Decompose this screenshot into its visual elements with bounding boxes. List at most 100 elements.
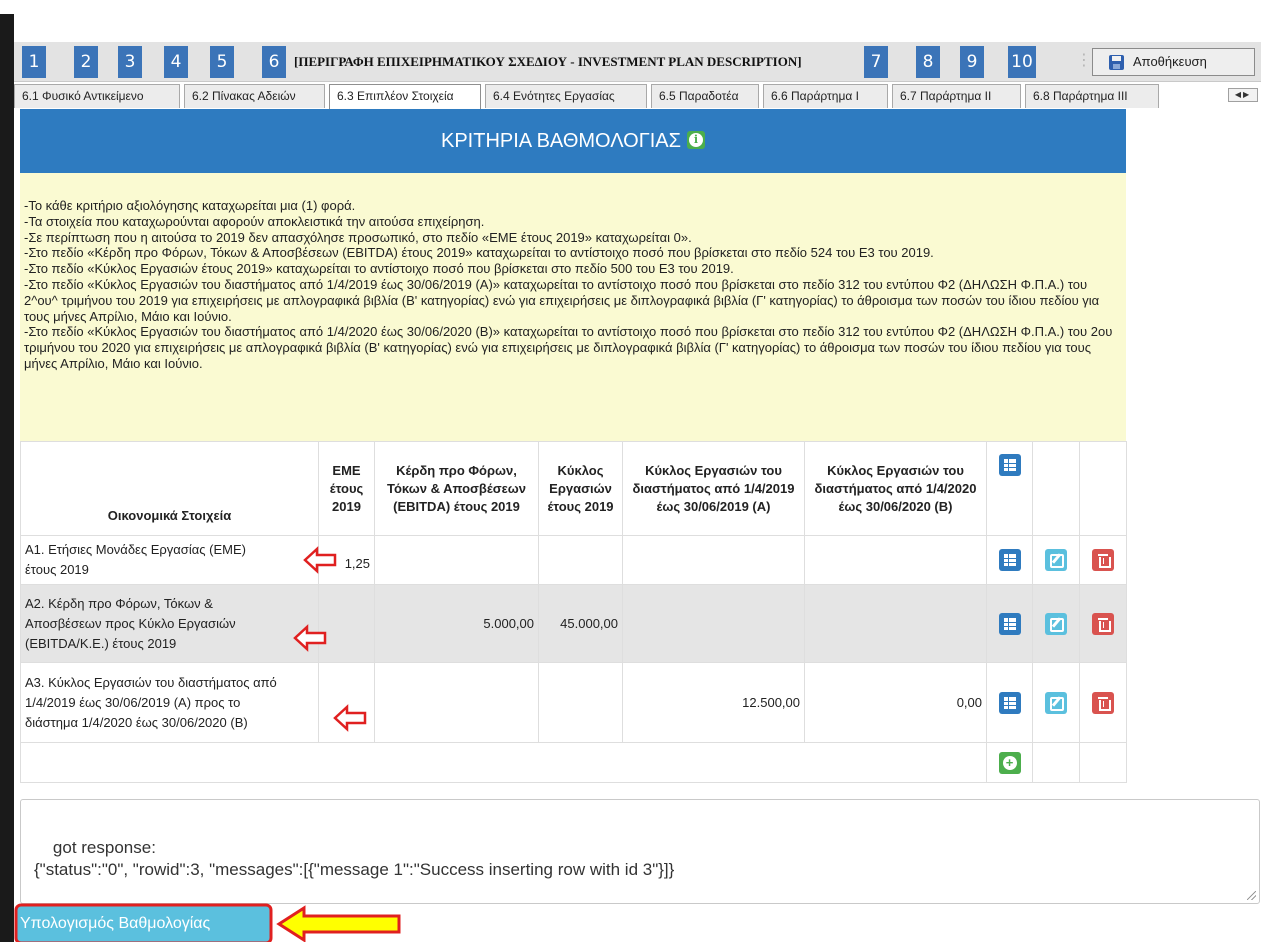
add-icon[interactable] <box>998 751 1021 774</box>
cell-turnover-a <box>622 584 805 663</box>
step-toolbar: 1 2 3 4 5 6 [ΠΕΡΙΓΡΑΦΗ ΕΠΙΧΕΙΡΗΜΑΤΙΚΟΥ Σ… <box>14 28 1261 82</box>
panel-title: ΚΡΙΤΗΡΙΑ ΒΑΘΜΟΛΟΓΙΑΣ <box>440 130 682 152</box>
save-button[interactable]: Αποθήκευση <box>1092 48 1255 76</box>
panel-header: ΚΡΙΤΗΡΙΑ ΒΑΘΜΟΛΟΓΙΑΣ i <box>20 109 1126 173</box>
edit-icon[interactable] <box>1045 691 1067 714</box>
save-button-label: Αποθήκευση <box>1133 54 1207 69</box>
annotation-arrow-icon <box>303 546 337 574</box>
instruction-line: -Στο πεδίο «Κύκλος Εργασιών του διαστήμα… <box>24 276 1100 324</box>
resize-grip-icon[interactable] <box>1247 891 1256 900</box>
delete-cell <box>1079 662 1127 743</box>
step-button-3[interactable]: 3 <box>118 46 142 78</box>
list-icon[interactable] <box>998 612 1021 635</box>
column-header: Οικονομικά Στοιχεία <box>20 441 319 536</box>
step-button-2[interactable]: 2 <box>74 46 98 78</box>
window-top-border <box>0 0 1261 14</box>
view-cell <box>986 584 1033 663</box>
instruction-line: -Το κάθε κριτήριο αξιολόγησης καταχωρείτ… <box>24 198 356 213</box>
edit-cell <box>1032 535 1080 585</box>
cell-ebitda <box>374 662 539 743</box>
add-cell <box>986 742 1033 783</box>
edit-icon[interactable] <box>1045 549 1067 571</box>
cell-ebitda: 5.000,00 <box>374 584 539 663</box>
trash-icon[interactable] <box>1092 549 1114 571</box>
row-label: Α2. Κέρδη προ Φόρων, Τόκων & Αποσβέσεων … <box>20 584 319 663</box>
cell-turnover-b <box>804 535 987 585</box>
row-label: Α3. Κύκλος Εργασιών του διαστήματος από … <box>20 662 319 743</box>
table-add-row <box>20 742 1127 783</box>
header-empty-cell <box>1032 441 1080 536</box>
window-left-border <box>0 14 14 942</box>
cell-turnover-2019: 45.000,00 <box>538 584 623 663</box>
add-row-empty <box>1079 742 1127 783</box>
step-button-9[interactable]: 9 <box>960 46 984 78</box>
response-text: got response: {"status":"0", "rowid":3, … <box>34 838 675 879</box>
step-button-4[interactable]: 4 <box>164 46 188 78</box>
application: 1 2 3 4 5 6 [ΠΕΡΙΓΡΑΦΗ ΕΠΙΧΕΙΡΗΜΑΤΙΚΟΥ Σ… <box>14 14 1261 942</box>
list-icon[interactable] <box>998 549 1021 571</box>
add-row-spacer <box>20 742 987 783</box>
list-icon[interactable] <box>998 691 1021 714</box>
tab-6-5[interactable]: 6.5 Παραδοτέα <box>651 84 759 108</box>
instruction-line: -Στο πεδίο «Κύκλος Εργασιών του διαστήμα… <box>24 324 1113 371</box>
save-icon <box>1109 55 1124 70</box>
current-step-title: [ΠΕΡΙΓΡΑΦΗ ΕΠΙΧΕΙΡΗΜΑΤΙΚΟΥ ΣΧΕΔΙΟΥ - INV… <box>294 54 802 69</box>
response-output[interactable]: got response: {"status":"0", "rowid":3, … <box>20 799 1260 904</box>
view-cell <box>986 662 1033 743</box>
cell-turnover-2019 <box>538 535 623 585</box>
trash-icon[interactable] <box>1092 691 1114 714</box>
column-header: ΕΜΕ έτους 2019 <box>318 441 375 536</box>
table-row: Α2. Κέρδη προ Φόρων, Τόκων & Αποσβέσεων … <box>20 584 1127 663</box>
column-header: Κύκλος Εργασιών του διαστήματος από 1/4/… <box>804 441 987 536</box>
delete-cell <box>1079 535 1127 585</box>
step-button-7[interactable]: 7 <box>864 46 888 78</box>
financial-data-table: Οικονομικά Στοιχεία ΕΜΕ έτους 2019 Κέρδη… <box>20 441 1127 783</box>
toolbar-separator-icon: ⋮ <box>1076 52 1092 69</box>
step-button-1[interactable]: 1 <box>22 46 46 78</box>
step-button-8[interactable]: 8 <box>916 46 940 78</box>
trash-icon[interactable] <box>1092 612 1114 635</box>
annotation-arrow-icon <box>293 624 327 652</box>
column-header: Κύκλος Εργασιών του διαστήματος από 1/4/… <box>622 441 805 536</box>
row-label: Α1. Ετήσιες Μονάδες Εργασίας (ΕΜΕ) έτους… <box>20 535 319 585</box>
add-row-empty <box>1032 742 1080 783</box>
cell-turnover-b <box>804 584 987 663</box>
cell-ebitda <box>374 535 539 585</box>
column-header: Κύκλος Εργασιών έτους 2019 <box>538 441 623 536</box>
annotation-arrow-icon <box>333 704 367 732</box>
edit-icon[interactable] <box>1045 612 1067 635</box>
header-empty-cell <box>1079 441 1127 536</box>
cell-turnover-b: 0,00 <box>804 662 987 743</box>
tab-6-4[interactable]: 6.4 Ενότητες Εργασίας <box>485 84 647 108</box>
cell-turnover-a: 12.500,00 <box>622 662 805 743</box>
scoring-criteria-panel: ΚΡΙΤΗΡΙΑ ΒΑΘΜΟΛΟΓΙΑΣ i -Το κάθε κριτήριο … <box>20 109 1127 803</box>
table-row: Α1. Ετήσιες Μονάδες Εργασίας (ΕΜΕ) έτους… <box>20 535 1127 585</box>
cell-turnover-2019 <box>538 662 623 743</box>
instruction-line: -Σε περίπτωση που η αιτούσα το 2019 δεν … <box>24 229 692 245</box>
tab-6-1[interactable]: 6.1 Φυσικό Αντικείμενο <box>14 84 180 108</box>
sub-tab-bar: 6.1 Φυσικό Αντικείμενο 6.2 Πίνακας Αδειώ… <box>14 84 1261 109</box>
instruction-line: -Τα στοιχεία που καταχωρούνται αφορούν α… <box>24 213 485 229</box>
tab-6-7[interactable]: 6.7 Παράρτημα ΙΙ <box>892 84 1021 108</box>
table-row: Α3. Κύκλος Εργασιών του διαστήματος από … <box>20 662 1127 743</box>
column-header: Κέρδη προ Φόρων, Τόκων & Αποσβέσεων (EBI… <box>374 441 539 536</box>
table-header-row: Οικονομικά Στοιχεία ΕΜΕ έτους 2019 Κέρδη… <box>20 441 1127 536</box>
instruction-line: -Στο πεδίο «Κύκλος Εργασιών έτους 2019» … <box>24 261 734 277</box>
highlight-annotation-icon <box>14 903 401 942</box>
edit-cell <box>1032 584 1080 663</box>
tab-6-2[interactable]: 6.2 Πίνακας Αδειών <box>184 84 325 108</box>
edit-cell <box>1032 662 1080 743</box>
step-button-10[interactable]: 10 <box>1008 46 1036 78</box>
instruction-line: -Στο πεδίο «Κέρδη προ Φόρων, Τόκων & Απο… <box>24 245 934 261</box>
step-button-6[interactable]: 6 <box>262 46 286 78</box>
tab-6-6[interactable]: 6.6 Παράρτημα Ι <box>763 84 888 108</box>
instructions-box: -Το κάθε κριτήριο αξιολόγησης καταχωρείτ… <box>20 173 1126 441</box>
info-icon[interactable]: i <box>687 130 706 149</box>
header-list-cell <box>986 441 1033 536</box>
list-icon[interactable] <box>998 454 1021 476</box>
step-button-5[interactable]: 5 <box>210 46 234 78</box>
tab-6-8[interactable]: 6.8 Παράρτημα ΙΙΙ <box>1025 84 1159 108</box>
cell-turnover-a <box>622 535 805 585</box>
scroll-arrows-icon[interactable]: ◀▶ <box>1228 88 1258 102</box>
tab-6-3[interactable]: 6.3 Επιπλέον Στοιχεία <box>329 84 481 109</box>
